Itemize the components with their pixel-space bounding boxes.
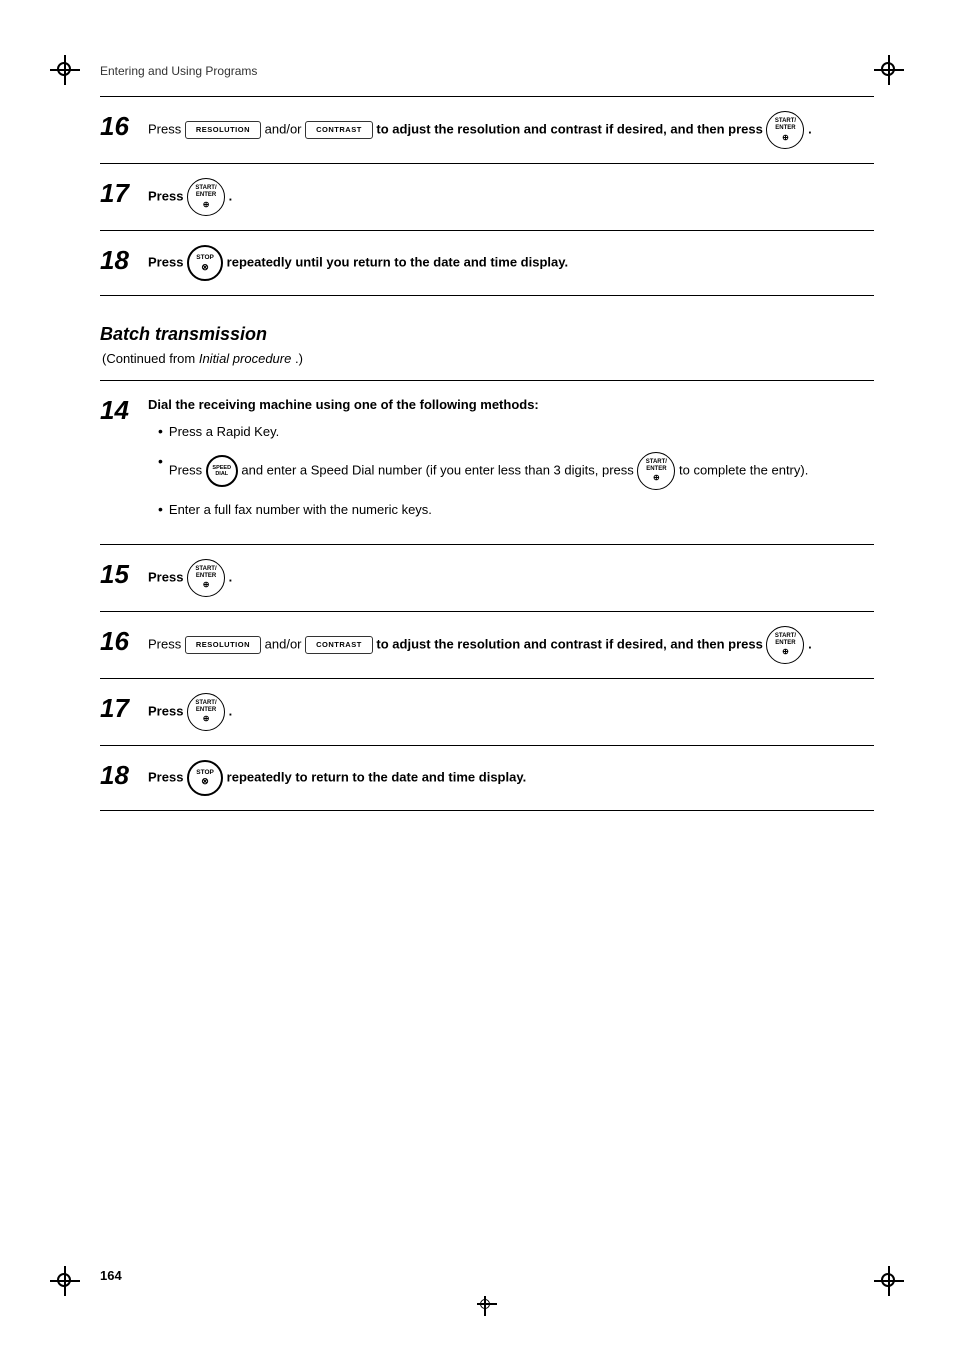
start-label-16u: START/ENTER	[775, 118, 796, 132]
speed-dial-label: SPEEDDIAL	[212, 465, 231, 477]
step-18-batch: 18 Press STOP ⊗ repeatedly to return to …	[100, 745, 874, 811]
step-14-batch: 14 Dial the receiving machine using one …	[100, 380, 874, 544]
step-content-14b: Dial the receiving machine using one of …	[148, 395, 874, 530]
page: Entering and Using Programs 16 Press RES…	[0, 0, 954, 1351]
resolution-label-16b: RESOLUTION	[196, 639, 250, 651]
step-number-16b: 16	[100, 626, 148, 654]
resolution-button-16u[interactable]: RESOLUTION	[185, 121, 261, 139]
start-enter-button-14b[interactable]: START/ENTER ⊕	[637, 452, 675, 490]
text-press-17b: Press	[148, 703, 187, 718]
text-press-16u: Press	[148, 121, 185, 136]
step-number-14b: 14	[100, 395, 148, 423]
bullet-speed-dial-content: Press SPEEDDIAL and enter a Speed Dial n…	[169, 452, 808, 490]
step-16-upper: 16 Press RESOLUTION and/or CONTRAST to a…	[100, 96, 874, 163]
step-number-15b: 15	[100, 559, 148, 587]
continued-text: (Continued from	[102, 351, 195, 366]
resolution-label-16u: RESOLUTION	[196, 124, 250, 136]
step-18-upper: 18 Press STOP ⊗ repeatedly until you ret…	[100, 230, 874, 296]
step-content-17b: Press START/ENTER ⊕ .	[148, 693, 874, 731]
start-enter-button-17u[interactable]: START/ENTER ⊕	[187, 178, 225, 216]
start-label-14b: START/ENTER	[646, 459, 667, 473]
text-andor-16u: and/or	[265, 121, 305, 136]
bullet-speed-dial: Press SPEEDDIAL and enter a Speed Dial n…	[158, 452, 874, 490]
continued-note: (Continued from Initial procedure .)	[100, 351, 874, 366]
text-period-16b: .	[808, 636, 812, 651]
step-content-18b: Press STOP ⊗ repeatedly to return to the…	[148, 760, 874, 796]
stop-label-18b: STOP	[196, 769, 214, 777]
stop-button-18u[interactable]: STOP ⊗	[187, 245, 223, 281]
step-content-15b: Press START/ENTER ⊕ .	[148, 559, 874, 597]
start-enter-button-15b[interactable]: START/ENTER ⊕	[187, 559, 225, 597]
contrast-label-16b: CONTRAST	[316, 639, 362, 651]
bullet-numeric-text: Enter a full fax number with the numeric…	[169, 500, 432, 520]
contrast-label-16u: CONTRAST	[316, 124, 362, 136]
step-16-batch: 16 Press RESOLUTION and/or CONTRAST to a…	[100, 611, 874, 678]
start-enter-button-16u[interactable]: START/ENTER ⊕	[766, 111, 804, 149]
step-content-16b: Press RESOLUTION and/or CONTRAST to adju…	[148, 626, 874, 664]
text-press-16b: Press	[148, 636, 185, 651]
batch-heading: Batch transmission	[100, 324, 874, 345]
continued-italic: Initial procedure	[199, 351, 292, 366]
contrast-button-16u[interactable]: CONTRAST	[305, 121, 373, 139]
step-content-16u: Press RESOLUTION and/or CONTRAST to adju…	[148, 111, 874, 149]
text-press-18b: Press	[148, 769, 187, 784]
resolution-button-16b[interactable]: RESOLUTION	[185, 636, 261, 654]
step-14-bullets: Press a Rapid Key. Press SPEEDDIAL and e…	[148, 416, 874, 520]
step-15-batch: 15 Press START/ENTER ⊕ .	[100, 544, 874, 611]
step-content-18u: Press STOP ⊗ repeatedly until you return…	[148, 245, 874, 281]
step-17-upper: 17 Press START/ENTER ⊕ .	[100, 163, 874, 230]
text-adjust-16b: to adjust the resolution and contrast if…	[376, 636, 766, 651]
step-number-17b: 17	[100, 693, 148, 721]
contrast-button-16b[interactable]: CONTRAST	[305, 636, 373, 654]
text-period-15b: .	[229, 569, 233, 584]
step-number-18u: 18	[100, 245, 148, 273]
page-number: 164	[100, 1268, 122, 1283]
text-period-16u: .	[808, 121, 812, 136]
text-adjust-16u: to adjust the resolution and contrast if…	[376, 121, 766, 136]
section-title: Entering and Using Programs	[100, 64, 874, 78]
upper-steps: 16 Press RESOLUTION and/or CONTRAST to a…	[100, 96, 874, 296]
text-after-18b: repeatedly to return to the date and tim…	[227, 769, 527, 784]
bullet-numeric: Enter a full fax number with the numeric…	[158, 500, 874, 520]
bullet-rapid-key-text: Press a Rapid Key.	[169, 422, 279, 442]
start-enter-button-17b[interactable]: START/ENTER ⊕	[187, 693, 225, 731]
stop-button-18b[interactable]: STOP ⊗	[187, 760, 223, 796]
text-period-17b: .	[229, 703, 233, 718]
stop-label-18u: STOP	[196, 254, 214, 262]
speed-dial-button[interactable]: SPEEDDIAL	[206, 455, 238, 487]
step-number-17u: 17	[100, 178, 148, 206]
text-period-17u: .	[229, 188, 233, 203]
step-number-18b: 18	[100, 760, 148, 788]
bullet-rapid-key: Press a Rapid Key.	[158, 422, 874, 442]
start-label-17b: START/ENTER	[195, 700, 216, 714]
step-number-16u: 16	[100, 111, 148, 139]
start-enter-button-16b[interactable]: START/ENTER ⊕	[766, 626, 804, 664]
corner-mark-tl	[50, 55, 80, 85]
text-after-18u: repeatedly until you return to the date …	[227, 254, 568, 269]
step-14-intro: Dial the receiving machine using one of …	[148, 397, 539, 412]
start-label-17u: START/ENTER	[195, 185, 216, 199]
step-17-batch: 17 Press START/ENTER ⊕ .	[100, 678, 874, 745]
text-press-17u: Press	[148, 188, 187, 203]
corner-mark-tr	[874, 55, 904, 85]
step-content-17u: Press START/ENTER ⊕ .	[148, 178, 874, 216]
text-press-18u: Press	[148, 254, 187, 269]
text-andor-16b: and/or	[265, 636, 305, 651]
corner-mark-bl	[50, 1266, 80, 1296]
start-label-15b: START/ENTER	[195, 566, 216, 580]
batch-steps: 14 Dial the receiving machine using one …	[100, 380, 874, 811]
continued-end: .)	[295, 351, 303, 366]
corner-mark-br	[874, 1266, 904, 1296]
start-label-16b: START/ENTER	[775, 633, 796, 647]
text-press-15b: Press	[148, 569, 187, 584]
